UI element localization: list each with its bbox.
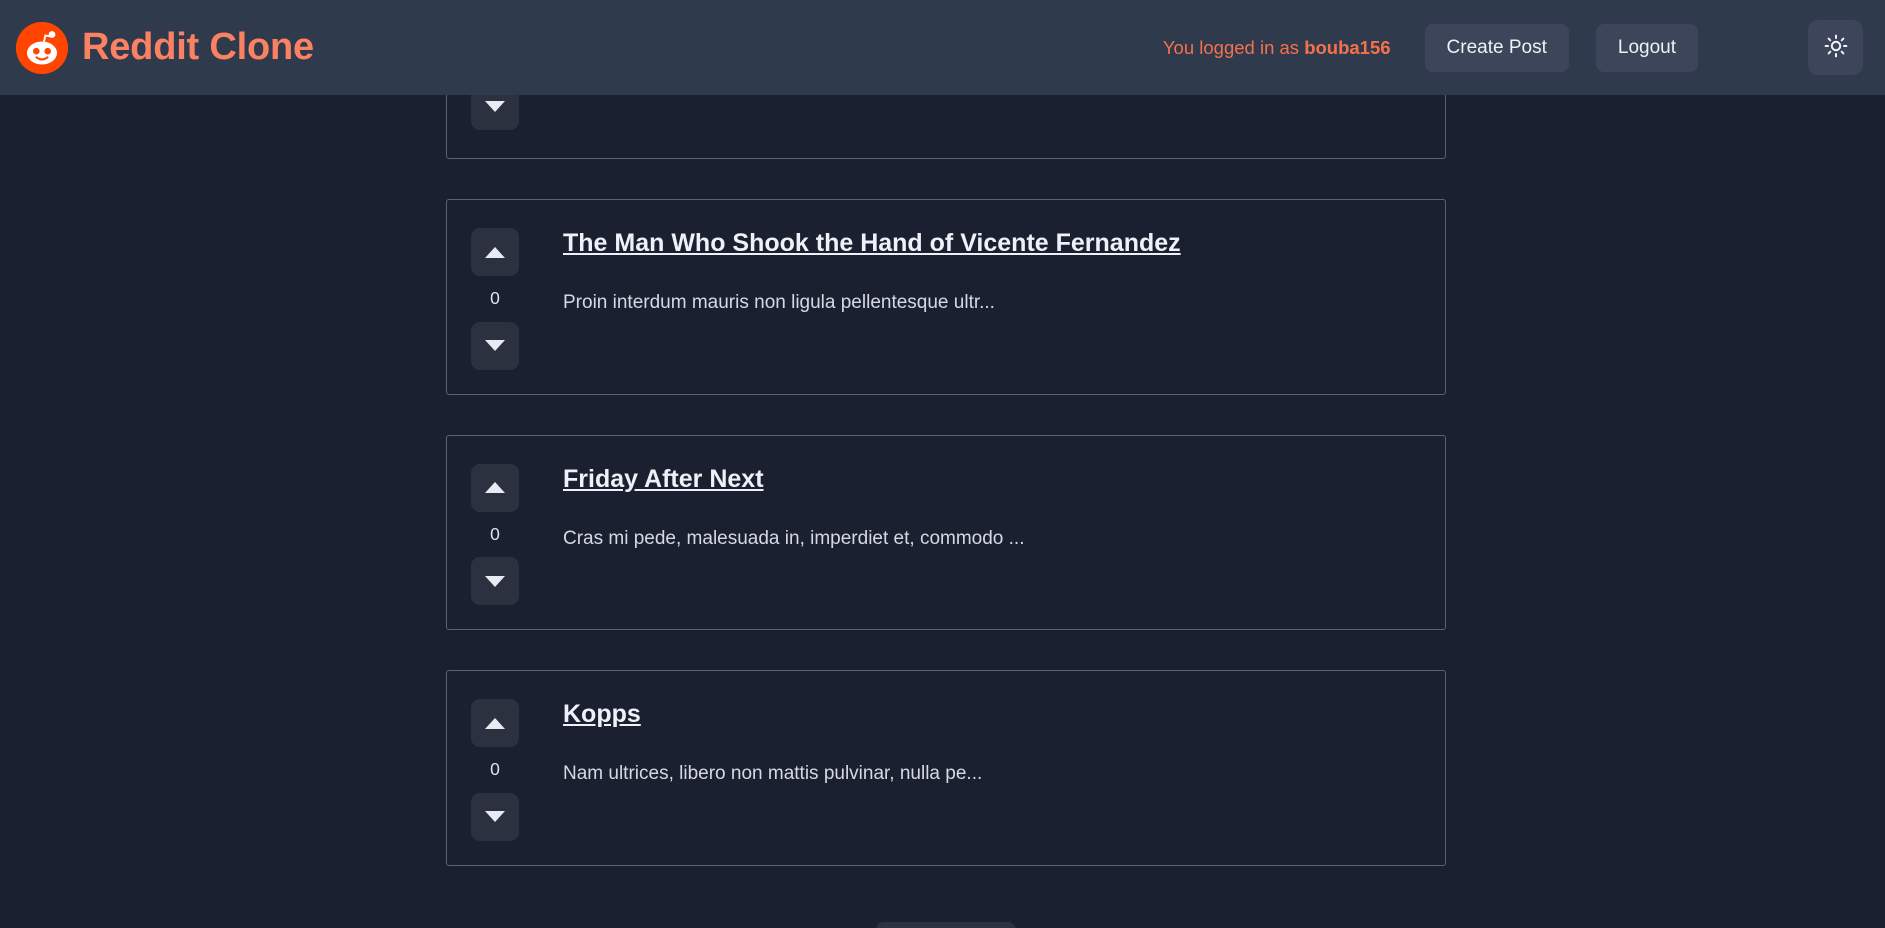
vote-score: 0 — [490, 523, 500, 544]
sun-icon — [1824, 34, 1848, 61]
logged-in-username: bouba156 — [1304, 36, 1391, 58]
vote-column: 0 — [469, 226, 521, 370]
upvote-button[interactable] — [471, 463, 519, 512]
arrow-up-icon — [485, 717, 505, 729]
post-excerpt: Nam ultrices, libero non mattis pulvinar… — [563, 763, 983, 785]
arrow-up-icon — [485, 482, 505, 493]
post-body: Kopps Nam ultrices, libero non mattis pul… — [537, 697, 1423, 841]
vote-score: 0 — [490, 288, 500, 308]
logout-button[interactable]: Logout — [1595, 23, 1698, 72]
post-list: 0 The Man Who Shook the Hand of Vicente F… — [446, 0, 1446, 866]
logged-in-prefix: You logged in as — [1162, 36, 1305, 58]
vote-column: 0 — [469, 462, 521, 605]
vote-column: 0 — [469, 697, 521, 841]
theme-toggle-button[interactable] — [1808, 20, 1863, 75]
post-body: The Man Who Shook the Hand of Vicente Fe… — [537, 226, 1423, 370]
post-title-link[interactable]: Friday After Next — [563, 464, 764, 495]
post-excerpt: Cras mi pede, malesuada in, imperdiet et… — [563, 527, 1025, 549]
vote-score: 0 — [490, 759, 500, 779]
app-header: Reddit Clone You logged in as bouba156 C… — [0, 0, 1885, 95]
post-card: 0 The Man Who Shook the Hand of Vicente F… — [446, 199, 1446, 395]
header-actions: You logged in as bouba156 Create Post Lo… — [1163, 20, 1863, 75]
post-body: Friday After Next Cras mi pede, malesuada… — [537, 462, 1423, 606]
load-more-button[interactable]: Load more — [875, 921, 1017, 928]
upvote-button[interactable] — [471, 228, 519, 276]
downvote-button[interactable] — [471, 557, 519, 605]
arrow-down-icon — [485, 100, 505, 112]
post-card: 0 Friday After Next Cras mi pede, malesuad… — [446, 434, 1446, 630]
post-title-link[interactable]: The Man Who Shook the Hand of Vicente Fe… — [563, 228, 1181, 259]
arrow-down-icon — [485, 575, 505, 587]
logged-in-status: You logged in as bouba156 — [1163, 37, 1391, 59]
upvote-button[interactable] — [471, 699, 519, 747]
create-post-button[interactable]: Create Post — [1424, 23, 1569, 72]
arrow-down-icon — [485, 340, 505, 351]
arrow-down-icon — [485, 811, 505, 822]
load-more-container: Load more — [446, 906, 1446, 928]
downvote-button[interactable] — [471, 321, 519, 370]
brand-home-link[interactable]: Reddit Clone — [16, 21, 314, 74]
post-card: 0 Kopps Nam ultrices, libero non mattis pu… — [446, 670, 1446, 866]
arrow-up-icon — [485, 246, 505, 258]
post-title-link[interactable]: Kopps — [563, 699, 641, 730]
reddit-snoo-icon — [16, 21, 68, 74]
post-excerpt: Proin interdum mauris non ligula pellent… — [563, 292, 995, 314]
brand-title: Reddit Clone — [82, 26, 314, 68]
post-feed: 0 The Man Who Shook the Hand of Vicente F… — [0, 0, 1885, 928]
downvote-button[interactable] — [471, 792, 519, 841]
